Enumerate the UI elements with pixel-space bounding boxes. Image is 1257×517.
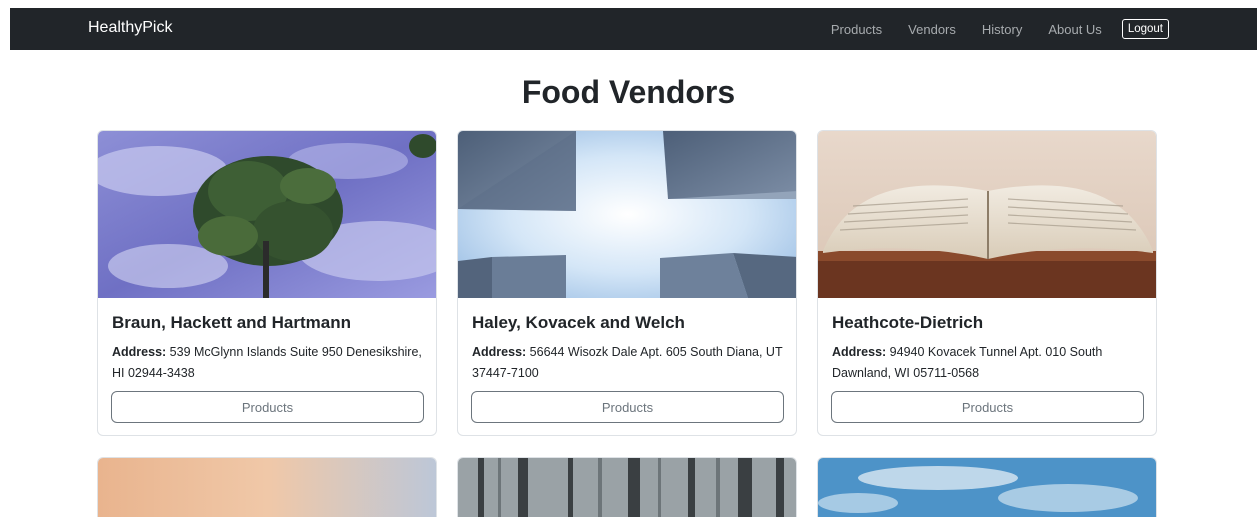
vendor-image-tree-reflection: [98, 131, 436, 298]
vendor-card-partial: [457, 457, 797, 517]
logout-button[interactable]: Logout: [1121, 19, 1169, 39]
nav-links: Products Vendors History About Us Logout: [831, 8, 1169, 50]
address-label: Address:: [472, 345, 527, 359]
vendor-image-blue-sky: [818, 458, 1156, 517]
vendor-image-open-book: [818, 131, 1156, 298]
address-label: Address:: [832, 345, 887, 359]
vendor-image-forest: [458, 458, 796, 517]
vendor-card: Braun, Hackett and Hartmann Address: 539…: [97, 130, 437, 436]
vendor-name: Heathcote-Dietrich: [832, 313, 984, 332]
vendor-name: Braun, Hackett and Hartmann: [112, 313, 351, 332]
vendor-address: Address: 94940 Kovacek Tunnel Apt. 010 S…: [832, 342, 1144, 384]
nav-history[interactable]: History: [982, 22, 1022, 37]
address-label: Address:: [112, 345, 167, 359]
products-button[interactable]: Products: [831, 391, 1144, 423]
vendor-card: Haley, Kovacek and Welch Address: 56644 …: [457, 130, 797, 436]
vendor-address: Address: 56644 Wisozk Dale Apt. 605 Sout…: [472, 342, 784, 384]
nav-about-us[interactable]: About Us: [1048, 22, 1101, 37]
vendor-name: Haley, Kovacek and Welch: [472, 313, 685, 332]
products-button[interactable]: Products: [471, 391, 784, 423]
vendor-image-sunset: [98, 458, 436, 517]
brand-logo[interactable]: HealthyPick: [88, 18, 172, 38]
nav-products[interactable]: Products: [831, 22, 882, 37]
navbar: HealthyPick Products Vendors History Abo…: [10, 8, 1257, 50]
vendor-image-skyscrapers: [458, 131, 796, 298]
page-title: Food Vendors: [521, 74, 736, 110]
products-button[interactable]: Products: [111, 391, 424, 423]
vendor-card-partial: [817, 457, 1157, 517]
vendor-card-partial: [97, 457, 437, 517]
nav-vendors[interactable]: Vendors: [908, 22, 956, 37]
vendor-card: Heathcote-Dietrich Address: 94940 Kovace…: [817, 130, 1157, 436]
vendor-address: Address: 539 McGlynn Islands Suite 950 D…: [112, 342, 424, 384]
